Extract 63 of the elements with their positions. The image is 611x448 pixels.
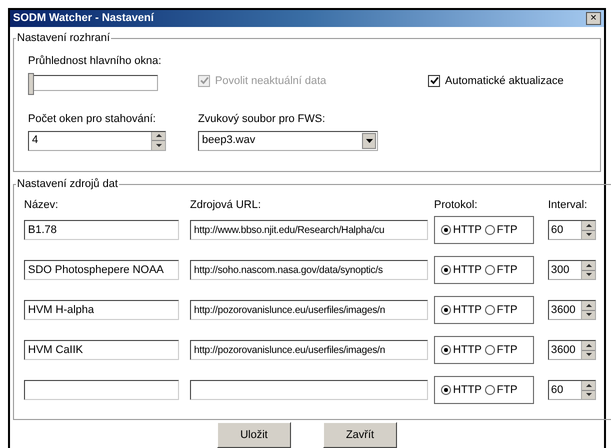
- window-count-field[interactable]: 4: [28, 130, 166, 150]
- radio-label: FTP: [496, 342, 518, 358]
- interval-field[interactable]: 3600: [548, 340, 596, 360]
- column-header: Zdrojová URL:: [190, 198, 262, 212]
- radio-button[interactable]: [441, 385, 451, 395]
- spin-buttons[interactable]: [581, 221, 595, 239]
- check-icon: [430, 76, 438, 86]
- spin-buttons[interactable]: [581, 341, 595, 359]
- url-field[interactable]: [190, 380, 428, 400]
- dialog-button[interactable]: Zavřít: [323, 422, 397, 448]
- name-field[interactable]: B1.78: [24, 220, 179, 240]
- interval-field[interactable]: 60: [548, 380, 596, 400]
- name-field[interactable]: [24, 380, 179, 400]
- radio-label: HTTP: [453, 382, 482, 398]
- column-header: Interval:: [548, 198, 588, 212]
- interval-field[interactable]: 300: [548, 260, 596, 280]
- radio-label: FTP: [496, 302, 518, 318]
- column-header: Protokol:: [434, 198, 478, 212]
- sound-label: Zvukový soubor pro FWS:: [198, 112, 326, 127]
- group-title: Nastavení zdrojů dat: [16, 177, 119, 192]
- column-header: Název:: [24, 198, 60, 212]
- checkbox-label: Automatické aktualizace: [445, 74, 564, 88]
- check-icon: [200, 76, 208, 86]
- spin-buttons[interactable]: [581, 301, 595, 319]
- radio-button[interactable]: [484, 345, 495, 355]
- dialog-button[interactable]: Uložit: [217, 422, 291, 448]
- radio-label: HTTP: [453, 342, 482, 358]
- opacity-label: Průhlednost hlavního okna:: [28, 54, 162, 68]
- checkbox[interactable]: [428, 74, 440, 87]
- close-button[interactable]: ×: [586, 12, 601, 25]
- url-field[interactable]: http://pozorovanislunce.eu/userfiles/images/n: [190, 340, 428, 360]
- url-field[interactable]: http://www.bbso.njit.edu/Research/Halpha/cu: [190, 220, 428, 240]
- interval-field[interactable]: 60: [548, 220, 596, 240]
- radio-button[interactable]: [441, 225, 451, 235]
- window-count-label: Počet oken pro stahování:: [28, 112, 157, 127]
- url-field[interactable]: http://soho.nascom.nasa.gov/data/synoptic/s: [190, 260, 428, 280]
- name-field[interactable]: HVM CaIIK: [24, 340, 179, 360]
- radio-label: HTTP: [453, 262, 482, 278]
- name-field[interactable]: SDO Photosphepere NOAA: [24, 260, 179, 280]
- slider-thumb[interactable]: [28, 73, 34, 95]
- checkbox-label: Povolit neaktuální data: [215, 74, 326, 88]
- radio-button[interactable]: [484, 225, 495, 235]
- radio-button[interactable]: [441, 345, 451, 355]
- name-field[interactable]: HVM H-alpha: [24, 300, 179, 320]
- radio-button[interactable]: [441, 265, 451, 275]
- window-title: SODM Watcher - Nastavení: [13, 11, 154, 26]
- radio-button[interactable]: [441, 305, 451, 315]
- radio-label: HTTP: [453, 302, 482, 318]
- radio-button[interactable]: [484, 265, 495, 275]
- interval-field[interactable]: 3600: [548, 300, 596, 320]
- radio-button[interactable]: [484, 305, 495, 315]
- spin-buttons[interactable]: [581, 261, 595, 279]
- spin-buttons[interactable]: [151, 132, 165, 150]
- opacity-slider[interactable]: [28, 73, 158, 95]
- radio-label: FTP: [496, 222, 518, 238]
- group-title: Nastavení rozhraní: [16, 31, 111, 46]
- spin-buttons[interactable]: [581, 381, 595, 399]
- url-field[interactable]: http://pozorovanislunce.eu/userfiles/images/n: [190, 300, 428, 320]
- radio-label: FTP: [496, 382, 518, 398]
- radio-label: FTP: [496, 262, 518, 278]
- sound-dropdown[interactable]: beep3.wav: [198, 130, 378, 150]
- radio-button[interactable]: [484, 385, 495, 395]
- radio-label: HTTP: [453, 222, 482, 238]
